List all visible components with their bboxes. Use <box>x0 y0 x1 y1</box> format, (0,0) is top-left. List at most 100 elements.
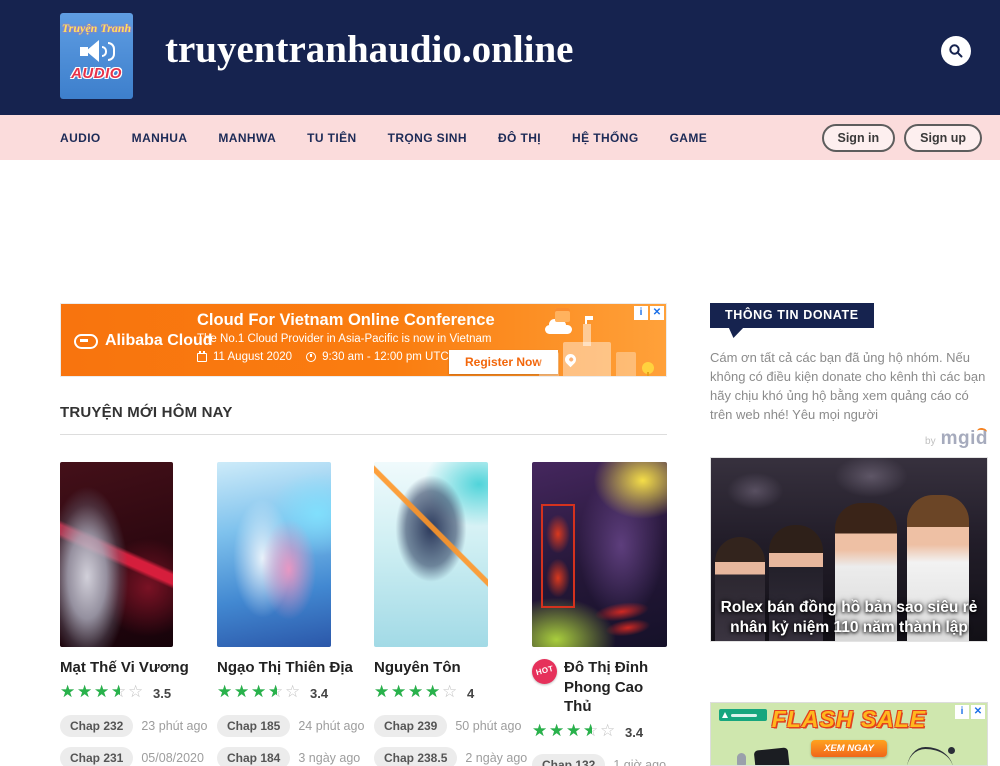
comic-card: Ngạo Thị Thiên Địa ☆★☆★☆★☆★☆★ 3.4 Chap 1… <box>217 462 331 766</box>
comic-title[interactable]: Ngạo Thị Thiên Địa <box>217 658 331 678</box>
donate-heading: THÔNG TIN DONATE <box>710 303 874 328</box>
search-button[interactable] <box>941 36 971 66</box>
ad-choices: i ✕ <box>955 705 985 719</box>
chapter-time: 1 giờ ago <box>613 758 666 766</box>
star-icon: ☆★ <box>408 683 425 700</box>
star-icon: ☆★ <box>77 683 94 700</box>
chapter-time: 05/08/2020 <box>141 751 204 765</box>
star-icon: ☆★ <box>566 722 583 739</box>
ad-subtitle: The No.1 Cloud Provider in Asia-Pacific … <box>197 333 495 345</box>
close-icon[interactable]: ✕ <box>971 705 985 719</box>
xem-ngay-button[interactable]: XEM NGAY <box>811 740 887 757</box>
alibaba-ad-banner[interactable]: Alibaba Cloud Cloud For Vietnam Online C… <box>60 303 667 377</box>
sponsored-photo-ad[interactable]: Rolex bán đồng hồ bản sao siêu rẻ nhân k… <box>710 457 988 642</box>
comic-title[interactable]: Mạt Thế Vi Vương <box>60 658 173 678</box>
chapter-row: Chap 239 50 phút ago <box>374 715 488 737</box>
star-icon: ☆★ <box>442 683 459 700</box>
sponsored-ad-caption[interactable]: Rolex bán đồng hồ bản sao siêu rẻ nhân k… <box>711 598 987 637</box>
mgid-by-label: by <box>925 436 936 447</box>
lamp-product-image <box>907 747 953 766</box>
chapter-row: Chap 232 23 phút ago <box>60 715 173 737</box>
nav-item-game[interactable]: GAME <box>670 131 708 145</box>
ad-choices: i ✕ <box>634 306 664 320</box>
star-icon: ☆★ <box>217 683 234 700</box>
chapter-pill[interactable]: Chap 231 <box>60 747 133 766</box>
star-icon: ☆★ <box>285 683 302 700</box>
comic-cover[interactable] <box>217 462 331 647</box>
mgid-attribution[interactable]: by mgid <box>925 428 988 450</box>
search-icon <box>948 43 964 59</box>
nav-item-manhwa[interactable]: MANHWA <box>218 131 276 145</box>
nav-item-manhua[interactable]: MANHUA <box>132 131 188 145</box>
rating-value: 3.5 <box>153 686 171 701</box>
comic-card: Nguyên Tôn ☆★☆★☆★☆★☆★ 4 Chap 239 50 phút… <box>374 462 488 766</box>
comic-cover[interactable] <box>374 462 488 647</box>
star-icon: ☆★ <box>234 683 251 700</box>
nav-item-trong-sinh[interactable]: TRỌNG SINH <box>388 131 467 145</box>
section-title: TRUYỆN MỚI HÔM NAY <box>60 404 233 421</box>
star-icon: ☆★ <box>374 683 391 700</box>
star-icon: ☆★ <box>549 722 566 739</box>
comic-title[interactable]: HOT Đô Thị Đỉnh Phong Cao Thủ <box>532 658 667 717</box>
chapter-time: 50 phút ago <box>455 719 521 733</box>
nav-item-audio[interactable]: AUDIO <box>60 131 101 145</box>
alibaba-logo: Alibaba Cloud <box>74 332 213 350</box>
chapter-pill[interactable]: Chap 132 <box>532 754 605 766</box>
star-icon: ☆★ <box>268 683 285 700</box>
chapter-pill[interactable]: Chap 232 <box>60 715 133 737</box>
comic-cover[interactable] <box>532 462 667 647</box>
rating-stars: ☆★☆★☆★☆★☆★ <box>217 683 302 705</box>
phone-product-image <box>754 747 791 766</box>
chapter-pill[interactable]: Chap 185 <box>217 715 290 737</box>
flash-sale-title: FLASH SALE <box>711 706 987 733</box>
site-logo[interactable]: Truyện Tranh AUDIO <box>60 13 133 99</box>
site-title[interactable]: truyentranhaudio.online <box>165 27 574 72</box>
star-icon: ☆★ <box>94 683 111 700</box>
info-icon[interactable]: i <box>634 306 648 320</box>
rating-row: ☆★☆★☆★☆★☆★ 3.4 <box>532 722 667 744</box>
briefcase-icon <box>555 308 570 322</box>
flash-sale-ad[interactable]: FLASH SALE XEM NGAY i ✕ <box>710 702 988 766</box>
rating-value: 3.4 <box>310 686 328 701</box>
chapter-time: 23 phút ago <box>141 719 207 733</box>
nav-item-he-thong[interactable]: HỆ THỐNG <box>572 131 639 145</box>
chapter-row: Chap 231 05/08/2020 <box>60 747 173 766</box>
star-icon: ☆★ <box>60 683 77 700</box>
logo-audio-text: AUDIO <box>60 65 133 82</box>
logo-script-text: Truyện Tranh <box>60 21 133 36</box>
alibaba-logo-icon <box>74 334 98 349</box>
auth-buttons: Sign in Sign up <box>822 124 983 152</box>
star-icon: ☆★ <box>128 683 145 700</box>
rating-stars: ☆★☆★☆★☆★☆★ <box>532 722 617 744</box>
cityscape-illustration <box>539 322 654 376</box>
sign-up-button[interactable]: Sign up <box>904 124 982 152</box>
sign-in-button[interactable]: Sign in <box>822 124 896 152</box>
star-icon: ☆★ <box>600 722 617 739</box>
close-icon[interactable]: ✕ <box>650 306 664 320</box>
red-seal-decoration <box>541 504 575 608</box>
star-icon: ☆★ <box>583 722 600 739</box>
clock-icon <box>306 352 316 362</box>
calendar-icon <box>197 353 207 362</box>
chapter-row: Chap 132 1 giờ ago <box>532 754 667 766</box>
rating-value: 3.4 <box>625 725 643 740</box>
page: Truyện Tranh AUDIO truyentranhaudio.onli… <box>0 0 1000 766</box>
header: Truyện Tranh AUDIO truyentranhaudio.onli… <box>0 0 1000 115</box>
star-icon: ☆★ <box>391 683 408 700</box>
donate-text: Cám ơn tất cả các bạn đã ủng hộ nhóm. Nế… <box>710 348 990 424</box>
comic-card: Mạt Thế Vi Vương ☆★☆★☆★☆★☆★ 3.5 Chap 232… <box>60 462 173 766</box>
chapter-pill[interactable]: Chap 238.5 <box>374 747 457 766</box>
chapter-row: Chap 238.5 2 ngày ago <box>374 747 488 766</box>
chapter-time: 2 ngày ago <box>465 751 527 765</box>
info-icon[interactable]: i <box>955 705 969 719</box>
chapter-pill[interactable]: Chap 239 <box>374 715 447 737</box>
star-icon: ☆★ <box>111 683 128 700</box>
rating-stars: ☆★☆★☆★☆★☆★ <box>374 683 459 705</box>
comic-cover[interactable] <box>60 462 173 647</box>
star-icon: ☆★ <box>251 683 268 700</box>
nav-item-do-thi[interactable]: ĐÔ THỊ <box>498 131 541 145</box>
nav-item-tu-tien[interactable]: TU TIÊN <box>307 131 356 145</box>
comic-title[interactable]: Nguyên Tôn <box>374 658 488 678</box>
comic-card: HOT Đô Thị Đỉnh Phong Cao Thủ ☆★☆★☆★☆★☆★… <box>532 462 667 766</box>
chapter-pill[interactable]: Chap 184 <box>217 747 290 766</box>
